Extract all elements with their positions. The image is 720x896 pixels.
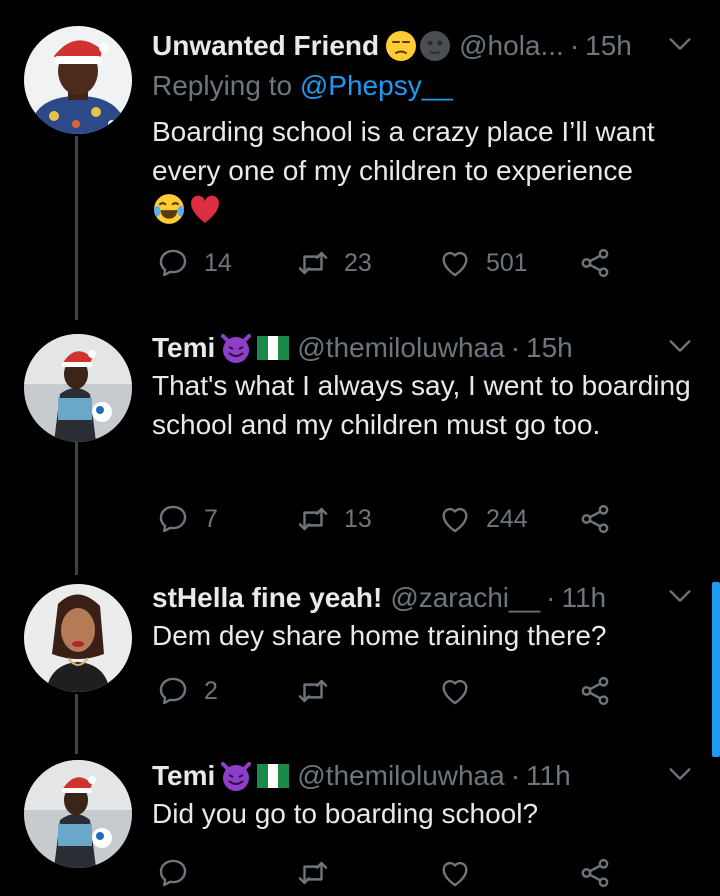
timestamp[interactable]: 15h [526,330,573,366]
reply-count: 14 [204,248,232,277]
separator-dot: · [546,582,556,613]
chevron-down-icon[interactable] [666,30,694,58]
retweet-icon [296,502,330,536]
like-icon [438,674,472,708]
display-name[interactable]: stHella fine yeah! [152,580,382,616]
unamused-face-icon [385,30,417,62]
dark-moon-face-icon [419,30,451,62]
display-name[interactable]: Unwanted Friend [152,28,379,64]
chevron-down-icon[interactable] [666,582,694,610]
avatar[interactable] [24,584,132,692]
display-name[interactable]: Temi [152,758,215,794]
nigeria-flag-icon [257,336,290,360]
share-button[interactable] [578,674,612,708]
share-button[interactable] [578,246,612,280]
tweet-actions: 14 23 501 [152,246,622,286]
timestamp[interactable]: 11h [526,758,571,794]
like-icon [438,246,472,280]
tweet-actions [152,856,622,896]
retweet-button[interactable]: 23 [296,246,372,280]
reply-button[interactable]: 2 [156,674,218,708]
like-count: 501 [486,248,528,277]
user-handle[interactable]: @hola... [459,28,564,64]
tweet-emoji-row [152,192,222,226]
retweet-icon [296,856,330,890]
nigeria-flag-icon [257,764,290,788]
like-icon [438,502,472,536]
reply-count: 7 [204,504,218,533]
user-handle[interactable]: @themiloluwhaa [297,758,504,794]
tweet-header: Unwanted Friend @hola... · 15h [152,28,632,64]
tweet-actions: 2 [152,674,622,714]
like-button[interactable] [438,856,472,890]
retweet-button[interactable] [296,674,330,708]
like-button[interactable]: 244 [438,502,528,536]
chevron-down-icon[interactable] [666,332,694,360]
reply-button[interactable]: 7 [156,502,218,536]
tweet[interactable]: Unwanted Friend @hola... · 15h Replying … [0,26,720,306]
smiling-devil-icon [219,760,253,792]
chevron-down-icon[interactable] [666,760,694,788]
reply-icon [156,246,190,280]
user-handle[interactable]: @zarachi__ [390,580,540,616]
retweet-icon [296,246,330,280]
tweet-text: Boarding school is a crazy place I’ll wa… [152,116,655,186]
like-icon [438,856,472,890]
tweet[interactable]: Temi @themiloluwhaa · 15h That's what I … [0,328,720,564]
separator-dot: · [569,30,580,61]
tweet-actions: 7 13 244 [152,502,622,542]
user-handle[interactable]: @themiloluwhaa [297,330,504,366]
separator-dot: · [510,760,521,791]
scrollbar[interactable] [712,582,720,757]
reply-button[interactable] [156,856,190,890]
share-icon [578,502,612,536]
smiling-devil-icon [219,332,253,364]
like-button[interactable]: 501 [438,246,528,280]
replying-to: Replying to @Phepsy__ [152,68,453,104]
display-name[interactable]: Temi [152,330,215,366]
share-icon [578,856,612,890]
tweet-text: Dem dey share home training there? [152,620,607,651]
timestamp[interactable]: 11h [561,580,606,616]
tweet[interactable]: Temi @themiloluwhaa · 11h Did you go to … [0,756,720,881]
tweet[interactable]: stHella fine yeah! @zarachi__ · 11h Dem … [0,580,720,730]
like-count: 244 [486,504,528,533]
tweet-header: Temi @themiloluwhaa · 15h [152,330,573,366]
retweet-button[interactable]: 13 [296,502,372,536]
reply-icon [156,856,190,890]
red-heart-emoji-icon [191,195,219,223]
retweet-count: 13 [344,504,372,533]
tweet-header: stHella fine yeah! @zarachi__ · 11h [152,580,606,616]
retweet-icon [296,674,330,708]
tears-of-joy-emoji-icon [154,194,184,224]
timestamp[interactable]: 15h [585,28,632,64]
share-icon [578,674,612,708]
separator-dot: · [510,332,521,363]
avatar[interactable] [24,26,132,134]
share-button[interactable] [578,502,612,536]
share-button[interactable] [578,856,612,890]
reply-icon [156,674,190,708]
share-icon [578,246,612,280]
reply-count: 2 [204,676,218,705]
mention-link[interactable]: @Phepsy__ [300,70,453,101]
avatar[interactable] [24,760,132,868]
retweet-count: 23 [344,248,372,277]
retweet-button[interactable] [296,856,330,890]
tweet-header: Temi @themiloluwhaa · 11h [152,758,571,794]
like-button[interactable] [438,674,472,708]
reply-icon [156,502,190,536]
reply-button[interactable]: 14 [156,246,232,280]
tweet-text: Did you go to boarding school? [152,798,539,829]
avatar[interactable] [24,334,132,442]
replying-label: Replying to [152,70,293,101]
tweet-text: That's what I always say, I went to boar… [152,370,691,440]
